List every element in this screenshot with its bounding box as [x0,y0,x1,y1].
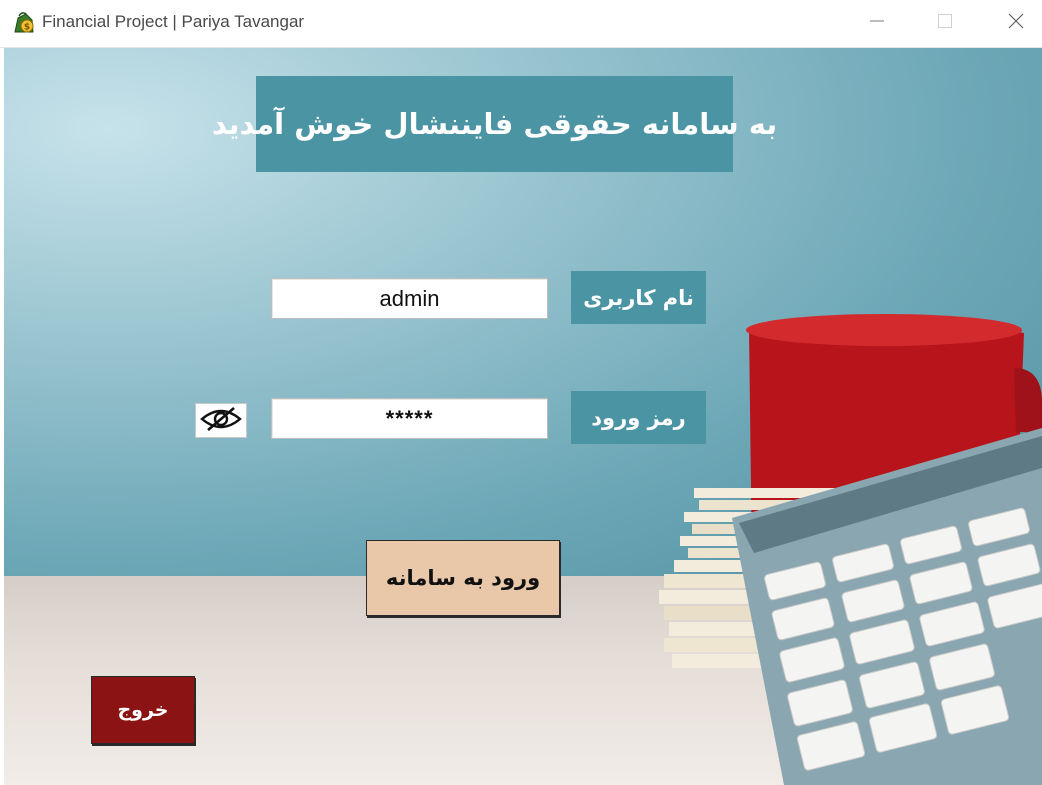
login-form-area: به سامانه حقوقی فایننشال خوش آمدید نام ک… [4,48,1042,785]
minimize-icon [868,12,886,34]
welcome-banner: به سامانه حقوقی فایننشال خوش آمدید [212,76,777,172]
login-button[interactable]: ورود به سامانه [366,540,560,616]
maximize-button[interactable] [922,0,968,46]
app-window: $ Financial Project | Pariya Tavangar به… [0,0,1042,785]
welcome-title: به سامانه حقوقی فایننشال خوش آمدید [211,107,778,141]
username-label: نام کاربری [571,271,706,324]
title-bar[interactable]: $ Financial Project | Pariya Tavangar [0,0,1042,48]
svg-text:$: $ [24,23,30,33]
toggle-password-visibility-button[interactable] [195,403,247,438]
window-title: Financial Project | Pariya Tavangar [42,12,305,31]
password-label: رمز ورود [571,391,706,444]
username-field[interactable] [271,278,548,319]
maximize-icon [936,12,954,34]
exit-button[interactable]: خروج [91,676,195,744]
eye-slash-icon [199,405,243,437]
minimize-button[interactable] [854,0,900,46]
password-field[interactable] [271,398,548,439]
close-button[interactable] [993,0,1039,46]
app-coin-icon: $ [12,10,36,34]
close-icon [1007,12,1025,34]
